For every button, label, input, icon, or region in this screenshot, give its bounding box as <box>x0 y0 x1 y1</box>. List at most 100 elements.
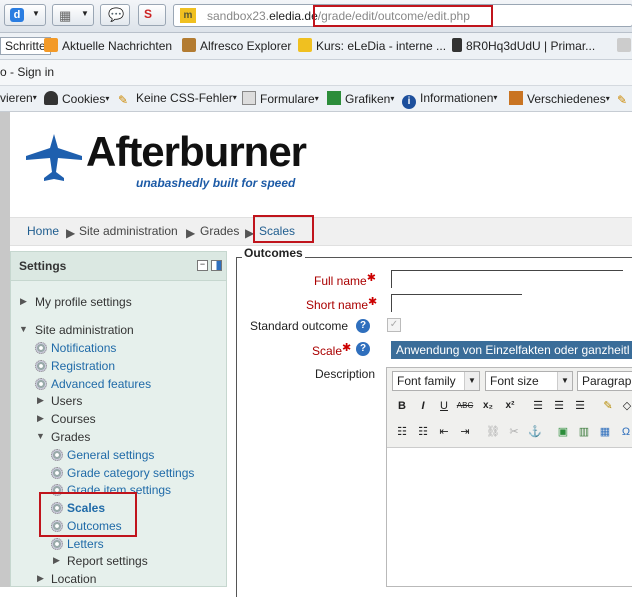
standard-outcome-checkbox[interactable]: ✓ <box>387 318 401 332</box>
bold-icon[interactable]: B <box>393 397 411 415</box>
dropdown-arrow-icon: ▾ <box>105 94 110 103</box>
tree-users[interactable]: Users <box>51 394 82 408</box>
short-name-input[interactable] <box>391 294 522 312</box>
eraser-icon[interactable]: ◇ <box>618 397 632 415</box>
pencil-icon: ✎ <box>617 93 628 107</box>
outdent-icon[interactable]: ⇤ <box>435 423 453 441</box>
gear-icon <box>51 538 63 550</box>
tree-general-settings[interactable]: General settings <box>67 448 154 462</box>
font-family-select[interactable]: Font family ▼ <box>392 371 480 391</box>
tree-location[interactable]: Location <box>51 572 96 586</box>
scale-label: Scale✱ <box>312 342 352 358</box>
special-char-icon[interactable]: Ω <box>617 423 632 441</box>
tree-courses[interactable]: Courses <box>51 412 96 426</box>
app-icon: d <box>10 8 24 22</box>
clear-formatting-icon[interactable]: ✎ <box>599 397 617 415</box>
site-favicon: m <box>180 8 196 23</box>
superscript-icon[interactable]: x² <box>501 397 519 415</box>
collapsed-arrow-icon[interactable]: ▶ <box>53 555 60 566</box>
breadcrumb-home[interactable]: Home <box>27 224 59 238</box>
tree-advanced-features[interactable]: Advanced features <box>51 377 151 391</box>
jet-icon <box>26 134 82 181</box>
bookmark-alfresco[interactable]: Alfresco Explorer <box>182 38 291 53</box>
align-left-icon[interactable]: ☰ <box>529 397 547 415</box>
gear-icon <box>35 342 47 354</box>
description-editor[interactable]: Font family▼ Font size▼ Paragraph B I U … <box>386 367 632 587</box>
required-icon: ✱ <box>368 296 378 308</box>
strikethrough-icon[interactable]: ABC <box>456 397 474 415</box>
editor-toolbar: Font family▼ Font size▼ Paragraph B I U … <box>387 368 632 448</box>
highlight-box-scales-outcomes <box>39 492 137 537</box>
collapsed-arrow-icon[interactable]: ▶ <box>37 573 44 584</box>
subscript-icon[interactable]: x₂ <box>479 397 497 415</box>
scale-select[interactable]: Anwendung von Einzelfakten oder ganzheit… <box>391 341 632 359</box>
collapsed-arrow-icon[interactable]: ▶ <box>20 296 27 307</box>
expanded-arrow-icon[interactable]: ▼ <box>36 431 45 441</box>
bookmark-overflow[interactable] <box>617 38 632 53</box>
dropdown-arrow-icon: ▾ <box>605 94 610 103</box>
unlink-icon[interactable]: ✂ <box>505 423 523 441</box>
webdev-menu-formulare[interactable]: Formulare▾ <box>242 91 319 106</box>
webdev-menu-deaktivieren[interactable]: vieren▾ <box>0 91 37 105</box>
breadcrumb-site-admin[interactable]: Site administration <box>79 224 178 238</box>
tree-grades[interactable]: Grades <box>51 430 90 444</box>
paragraph-select[interactable]: Paragraph <box>577 371 632 391</box>
image-icon[interactable]: ▣ <box>554 423 572 441</box>
bullet-list-icon[interactable]: ☷ <box>393 423 411 441</box>
tree-site-administration[interactable]: Site administration <box>35 323 134 337</box>
short-name-label: Short name✱ <box>306 296 378 312</box>
extension-button[interactable]: S <box>138 4 166 26</box>
expanded-arrow-icon[interactable]: ▼ <box>19 324 28 334</box>
webdev-menu-grafiken[interactable]: Grafiken▾ <box>327 91 394 106</box>
tree-registration[interactable]: Registration <box>51 359 115 373</box>
firefox-menu-button[interactable]: d ▼ <box>4 4 46 26</box>
italic-icon[interactable]: I <box>414 397 432 415</box>
webdev-menu-verschiedenes[interactable]: Verschiedenes▾ <box>509 91 610 106</box>
webdev-menu-informationen[interactable]: i Informationen▾ <box>402 91 497 109</box>
breadcrumb-grades[interactable]: Grades <box>200 224 239 238</box>
bookmarks-bar: Schritte Aktuelle Nachrichten Alfresco E… <box>0 33 632 60</box>
collapse-icon[interactable]: − <box>197 260 208 271</box>
site-name: Afterburner <box>86 128 307 175</box>
tree-letters[interactable]: Letters <box>67 537 104 551</box>
webdev-menu-overflow[interactable]: ✎ <box>617 91 632 107</box>
chat-button[interactable]: 💬 <box>100 4 130 26</box>
help-icon[interactable]: ? <box>356 319 370 333</box>
tree-grade-category-settings[interactable]: Grade category settings <box>67 466 194 480</box>
alfresco-icon <box>182 38 196 52</box>
webdev-menu-cookies[interactable]: Cookies▾ <box>44 91 109 106</box>
numbered-list-icon[interactable]: ☷ <box>414 423 432 441</box>
tree-report-settings[interactable]: Report settings <box>67 554 148 568</box>
link-icon[interactable]: ⛓ <box>484 423 502 441</box>
align-right-icon[interactable]: ☰ <box>571 397 589 415</box>
collapsed-arrow-icon[interactable]: ▶ <box>37 395 44 406</box>
speed-dial-button[interactable]: ▦ ▼ <box>52 4 94 26</box>
underline-icon[interactable]: U <box>435 397 453 415</box>
indent-icon[interactable]: ⇥ <box>456 423 474 441</box>
dropdown-arrow-icon: ▾ <box>232 93 237 102</box>
bookmark-primar[interactable]: 8R0Hq3dUdU | Primar... <box>452 38 595 53</box>
dock-icon[interactable] <box>211 260 222 271</box>
highlight-box-breadcrumb <box>253 215 314 243</box>
webdev-menu-css[interactable]: ✎ Keine CSS-Fehler▾ <box>118 91 237 107</box>
table-icon[interactable]: ▦ <box>596 423 614 441</box>
gear-icon <box>51 467 63 479</box>
font-size-select[interactable]: Font size ▼ <box>485 371 573 391</box>
align-center-icon[interactable]: ☰ <box>550 397 568 415</box>
bookmark-kurs[interactable]: Kurs: eLeDia - interne ... <box>298 38 446 53</box>
tree-notifications[interactable]: Notifications <box>51 341 116 355</box>
settings-header: Settings − <box>11 252 226 281</box>
settings-title: Settings <box>19 259 67 273</box>
description-label: Description <box>315 367 376 381</box>
tree-my-profile-settings[interactable]: My profile settings <box>35 295 132 309</box>
bookmark-aktuelle-nachrichten[interactable]: Aktuelle Nachrichten <box>44 38 172 53</box>
fieldset-legend: Outcomes <box>242 246 305 260</box>
media-icon[interactable]: ▥ <box>575 423 593 441</box>
chevron-down-icon: ▼ <box>81 9 89 18</box>
full-name-input[interactable] <box>391 270 623 288</box>
sign-in-link[interactable]: o - Sign in <box>0 65 54 79</box>
collapsed-arrow-icon[interactable]: ▶ <box>37 413 44 424</box>
help-icon[interactable]: ? <box>356 342 370 356</box>
gear-icon <box>35 360 47 372</box>
anchor-icon[interactable]: ⚓ <box>526 423 544 441</box>
